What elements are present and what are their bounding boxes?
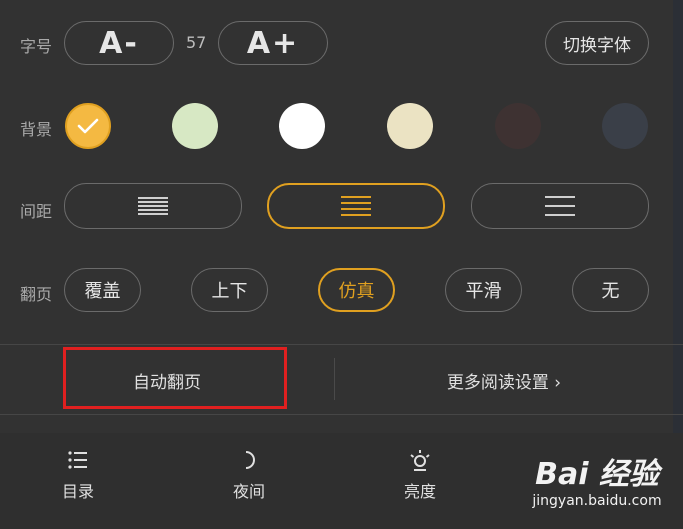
spacing-medium-button[interactable] — [267, 183, 445, 229]
spacing-compact-button[interactable] — [64, 183, 242, 229]
brightness-icon — [410, 450, 430, 471]
moon-icon — [245, 451, 255, 469]
bg-swatch-brown[interactable] — [495, 103, 541, 149]
nav-brightness-label: 亮度 — [403, 482, 436, 501]
spacing-loose-button[interactable] — [471, 183, 649, 229]
bg-swatch-beige[interactable] — [387, 103, 433, 149]
list-icon — [68, 451, 87, 469]
page-turn-cover-button[interactable]: 覆盖 — [64, 268, 141, 312]
page-turn-smooth-button[interactable]: 平滑 — [445, 268, 522, 312]
page-turn-label: 翻页 — [20, 285, 53, 304]
font-increase-button[interactable]: A+ — [218, 21, 328, 65]
baidu-watermark: Bai 经验 jingyan.baidu.com — [522, 458, 672, 510]
spacing-compact-icon — [138, 197, 168, 215]
spacing-label: 间距 — [20, 202, 53, 221]
watermark-brand: Bai 经验 — [535, 457, 659, 492]
right-edge-strip — [673, 0, 683, 433]
switch-font-button[interactable]: 切换字体 — [545, 21, 649, 65]
nav-night[interactable]: 夜间 — [209, 448, 289, 502]
font-size-value: 57 — [186, 33, 207, 52]
bg-swatch-slate[interactable] — [602, 103, 648, 149]
watermark-url: jingyan.baidu.com — [532, 493, 662, 509]
highlight-box — [63, 347, 287, 409]
nav-catalog[interactable]: 目录 — [38, 448, 118, 502]
actions-bottom-divider — [0, 414, 683, 415]
bg-swatch-yellow[interactable] — [65, 103, 111, 149]
page-turn-simulate-button[interactable]: 仿真 — [318, 268, 395, 312]
check-icon — [77, 118, 99, 134]
nav-brightness[interactable]: 亮度 — [380, 448, 460, 502]
nav-night-label: 夜间 — [232, 482, 265, 501]
spacing-medium-icon — [341, 196, 371, 216]
spacing-loose-icon — [545, 196, 575, 216]
background-label: 背景 — [20, 120, 53, 139]
bg-swatch-white[interactable] — [279, 103, 325, 149]
page-turn-updown-button[interactable]: 上下 — [191, 268, 268, 312]
more-reading-settings-button[interactable]: 更多阅读设置 › — [335, 345, 673, 415]
font-size-label: 字号 — [20, 37, 53, 56]
nav-catalog-label: 目录 — [61, 482, 94, 501]
bg-swatch-green[interactable] — [172, 103, 218, 149]
font-decrease-button[interactable]: A- — [64, 21, 174, 65]
page-turn-none-button[interactable]: 无 — [572, 268, 649, 312]
